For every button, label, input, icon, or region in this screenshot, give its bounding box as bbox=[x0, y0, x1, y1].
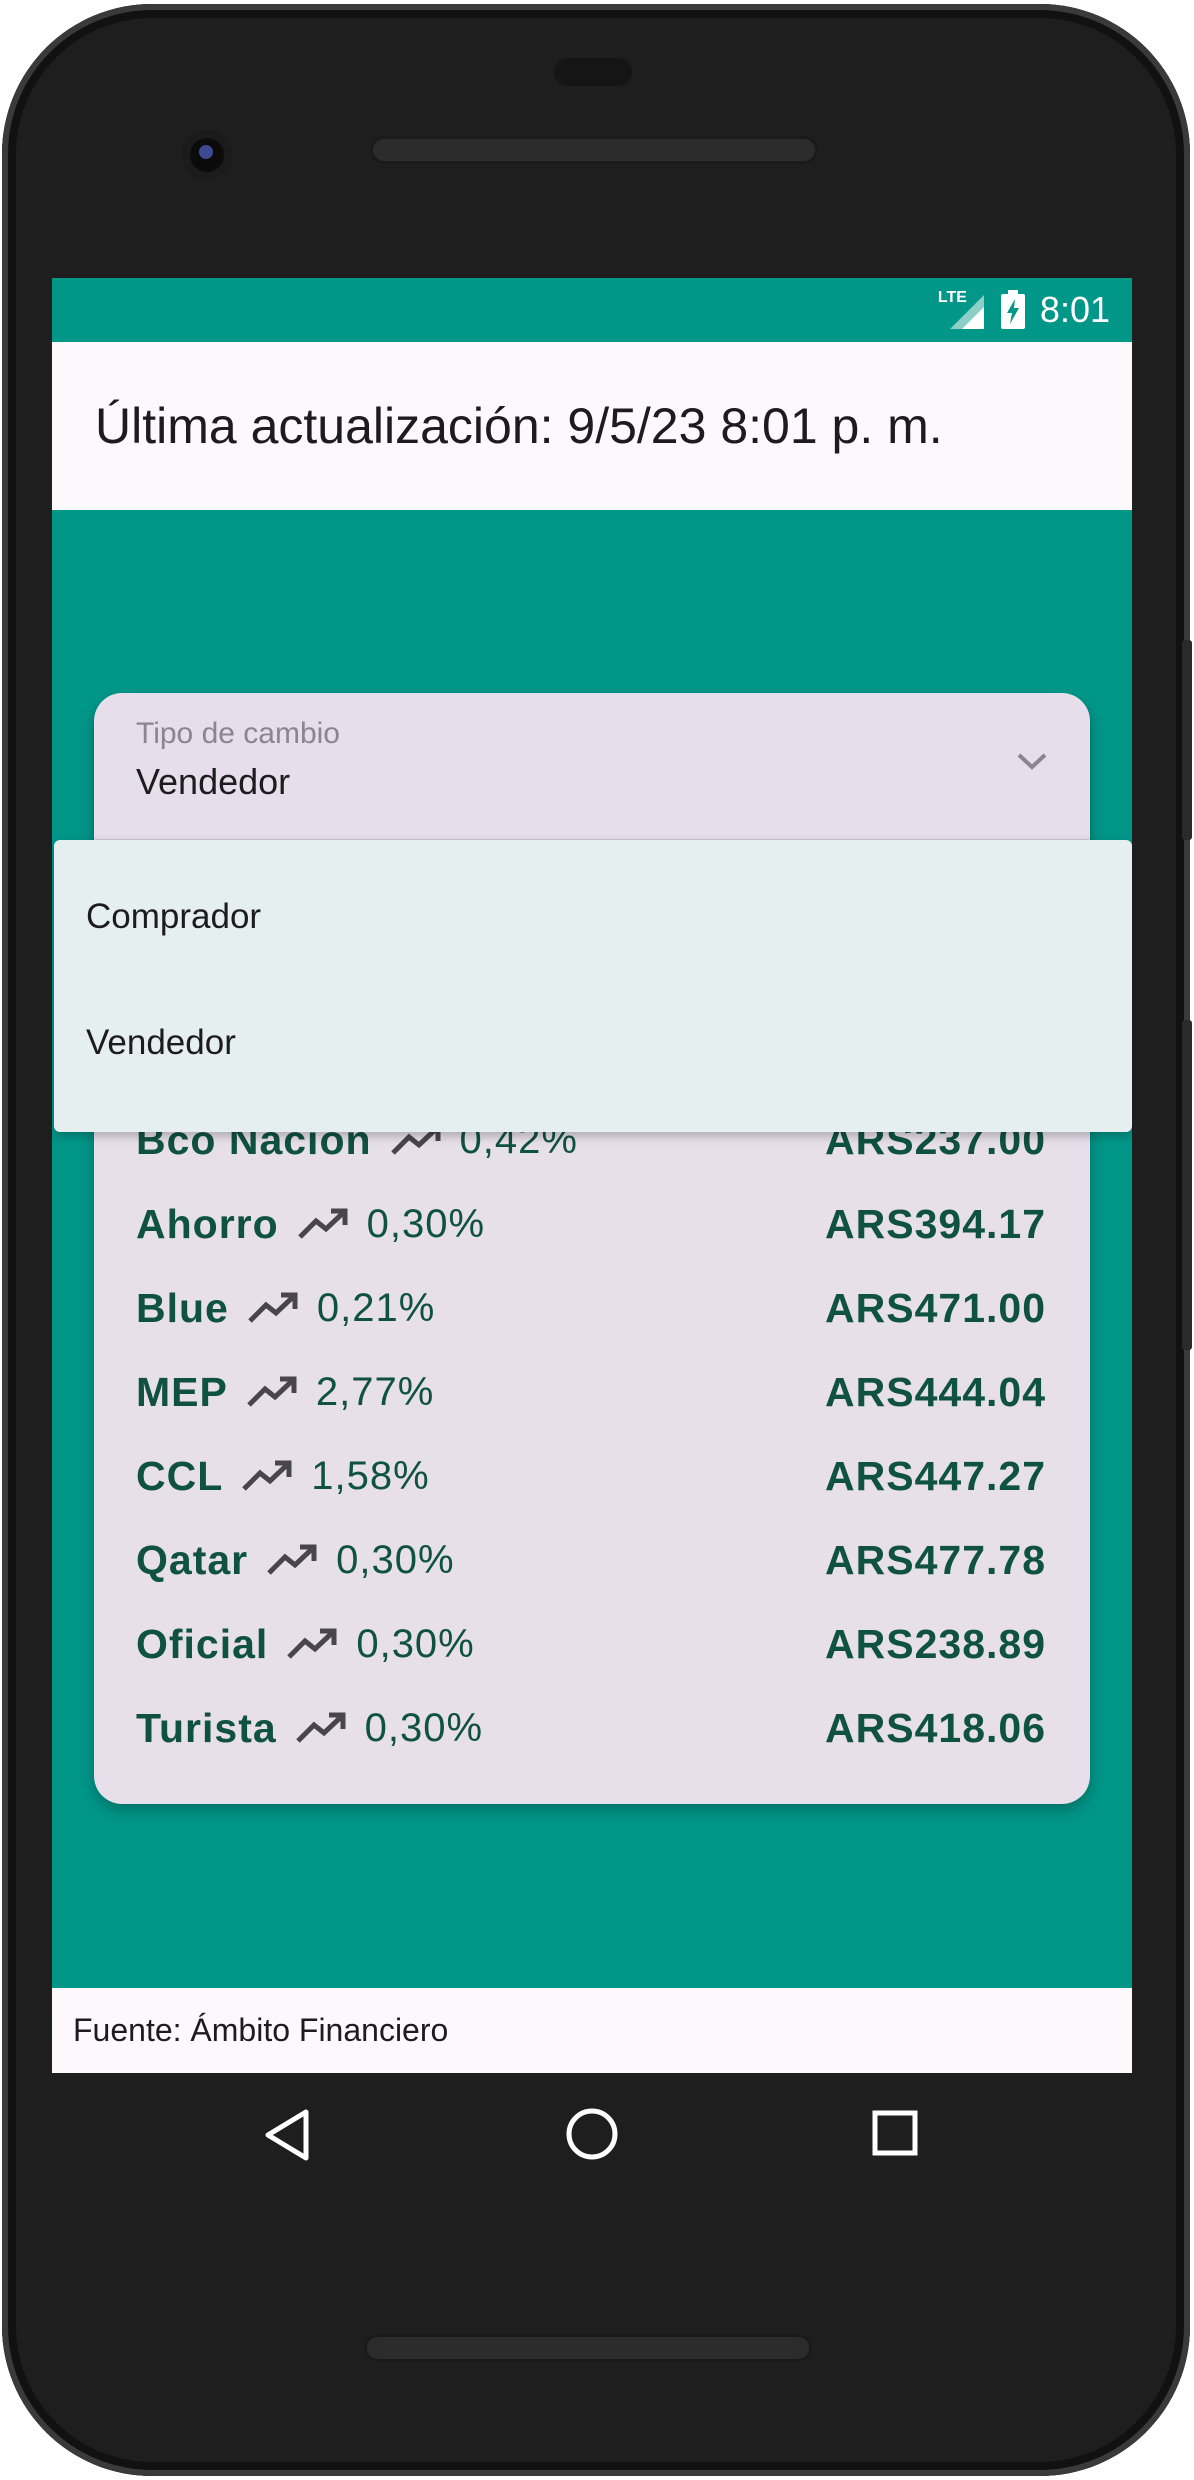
rate-change: 0,30% bbox=[364, 1705, 484, 1750]
lte-signal-icon: LTE bbox=[938, 289, 986, 331]
earpiece-speaker bbox=[370, 136, 818, 164]
app-header: Última actualización: 9/5/23 8:01 p. m. bbox=[52, 342, 1132, 510]
screen: LTE 8:01 Última actualización: 9/5/23 8:… bbox=[52, 278, 1132, 2073]
trending-up-icon bbox=[266, 1543, 320, 1577]
menu-item-vendedor[interactable]: Vendedor bbox=[86, 1023, 236, 1063]
rate-change: 0,30% bbox=[336, 1537, 455, 1582]
menu-item-comprador[interactable]: Comprador bbox=[86, 897, 261, 937]
rate-name: Blue bbox=[136, 1284, 229, 1331]
rate-price: ARS477.78 bbox=[825, 1536, 1046, 1583]
rate-price: ARS447.27 bbox=[825, 1452, 1046, 1499]
bottom-speaker bbox=[364, 2334, 812, 2362]
rate-row-ccl[interactable]: CCL 1,58% ARS447.27 bbox=[94, 1434, 1090, 1518]
system-nav-bar bbox=[0, 2090, 1194, 2180]
front-camera bbox=[182, 130, 232, 180]
rate-name: Ahorro bbox=[136, 1200, 279, 1247]
trending-up-icon bbox=[295, 1711, 349, 1745]
rate-price: ARS394.17 bbox=[825, 1200, 1046, 1247]
rate-name: Turista bbox=[136, 1704, 277, 1751]
rate-change: 1,58% bbox=[311, 1453, 430, 1498]
source-footer: Fuente: Ámbito Financiero bbox=[52, 1988, 1132, 2073]
rate-row-oficial[interactable]: Oficial 0,30% ARS238.89 bbox=[94, 1602, 1090, 1686]
rate-name: Qatar bbox=[136, 1536, 249, 1583]
trending-up-icon bbox=[241, 1459, 295, 1493]
home-icon[interactable] bbox=[564, 2106, 620, 2167]
status-bar: LTE 8:01 bbox=[52, 278, 1132, 342]
rate-change: 0,21% bbox=[316, 1285, 436, 1330]
rate-name: MEP bbox=[136, 1368, 228, 1415]
battery-charging-icon bbox=[1000, 290, 1026, 330]
dropdown-label: Tipo de cambio bbox=[136, 717, 340, 750]
rate-name: CCL bbox=[136, 1452, 224, 1499]
trending-up-icon bbox=[286, 1627, 340, 1661]
back-icon[interactable] bbox=[262, 2108, 312, 2167]
rate-price: ARS238.89 bbox=[825, 1620, 1046, 1667]
dropdown-menu: Comprador Vendedor bbox=[54, 840, 1132, 1132]
recents-icon[interactable] bbox=[872, 2110, 918, 2161]
trending-up-icon bbox=[297, 1207, 351, 1241]
rate-row-turista[interactable]: Turista 0,30% ARS418.06 bbox=[94, 1686, 1090, 1770]
dropdown-selected-value: Vendedor bbox=[136, 761, 291, 802]
trending-up-icon bbox=[246, 1375, 300, 1409]
rate-price: ARS418.06 bbox=[825, 1704, 1046, 1751]
rates-list: Bco Nacion 0,42% ARS237.00 Ahorro 0,30% … bbox=[94, 1098, 1090, 1770]
rate-change: 2,77% bbox=[315, 1369, 435, 1414]
rate-row-qatar[interactable]: Qatar 0,30% ARS477.78 bbox=[94, 1518, 1090, 1602]
chevron-down-icon[interactable] bbox=[1014, 749, 1050, 778]
sensor-slot bbox=[554, 58, 632, 86]
rate-name: Oficial bbox=[136, 1620, 269, 1667]
rate-price: ARS471.00 bbox=[825, 1284, 1046, 1331]
source-text: Fuente: Ámbito Financiero bbox=[73, 2012, 449, 2048]
rate-row-mep[interactable]: MEP 2,77% ARS444.04 bbox=[94, 1350, 1090, 1434]
power-button bbox=[1182, 1020, 1192, 1350]
network-type-label: LTE bbox=[937, 289, 967, 306]
rate-row-blue[interactable]: Blue 0,21% ARS471.00 bbox=[94, 1266, 1090, 1350]
rate-row-ahorro[interactable]: Ahorro 0,30% ARS394.17 bbox=[94, 1182, 1090, 1266]
rate-change: 0,30% bbox=[366, 1201, 486, 1246]
status-clock: 8:01 bbox=[1039, 289, 1110, 330]
trending-up-icon bbox=[247, 1291, 301, 1325]
exchange-type-dropdown[interactable]: Tipo de cambio Vendedor bbox=[94, 693, 1090, 839]
rate-change: 0,30% bbox=[356, 1621, 475, 1666]
last-update-title: Última actualización: 9/5/23 8:01 p. m. bbox=[95, 398, 943, 454]
rate-price: ARS444.04 bbox=[825, 1368, 1046, 1415]
volume-button bbox=[1182, 640, 1192, 840]
